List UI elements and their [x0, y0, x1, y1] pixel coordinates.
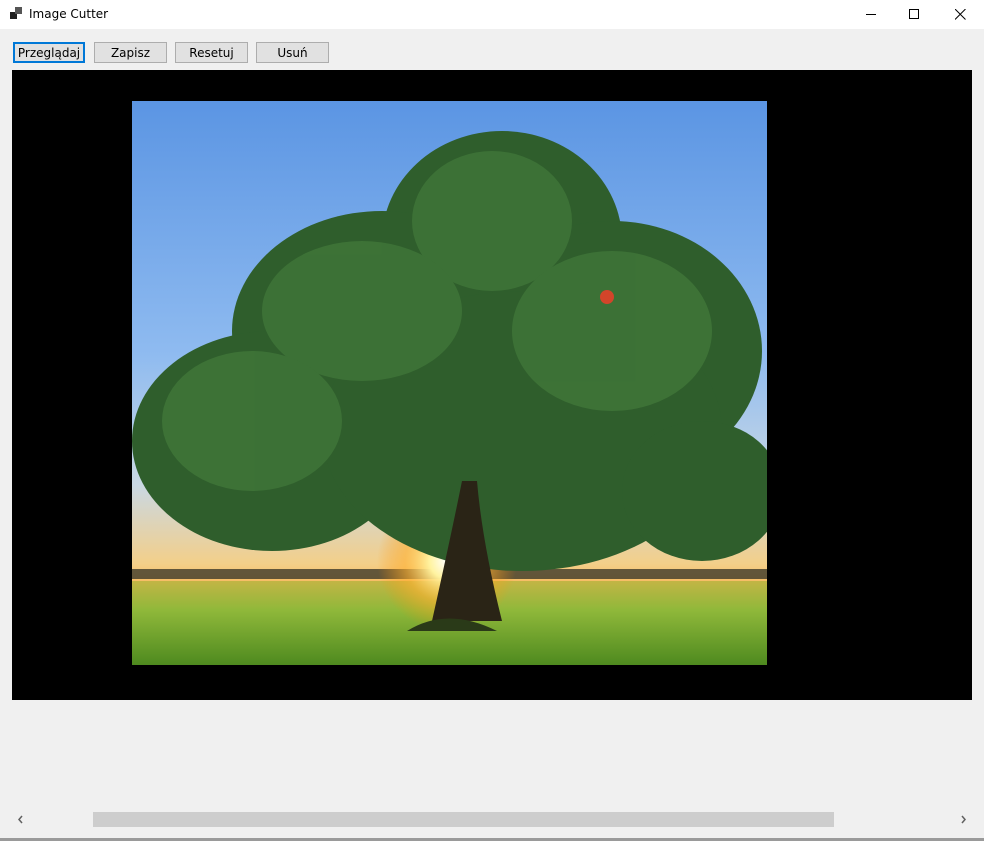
delete-button[interactable]: Usuń	[256, 42, 329, 63]
save-button[interactable]: Zapisz	[94, 42, 167, 63]
close-button[interactable]	[937, 0, 983, 29]
window-title: Image Cutter	[29, 7, 109, 21]
close-icon	[954, 9, 966, 20]
minimize-icon	[865, 14, 876, 15]
maximize-icon	[908, 9, 919, 19]
title-bar: Image Cutter	[0, 0, 984, 29]
scroll-right-button[interactable]	[955, 810, 972, 828]
chevron-left-icon	[18, 815, 23, 823]
scroll-left-button[interactable]	[12, 810, 29, 828]
horizontal-scrollbar[interactable]	[12, 810, 972, 828]
browse-button[interactable]: Przeglądaj	[13, 42, 85, 63]
scrollbar-thumb[interactable]	[93, 812, 834, 827]
maximize-button[interactable]	[891, 0, 937, 29]
app-window-icon	[10, 7, 22, 19]
image-canvas[interactable]	[12, 70, 972, 700]
minimize-button[interactable]	[848, 0, 894, 29]
chevron-right-icon	[961, 815, 966, 823]
reset-button[interactable]: Resetuj	[175, 42, 248, 63]
tree-photo	[132, 101, 767, 665]
